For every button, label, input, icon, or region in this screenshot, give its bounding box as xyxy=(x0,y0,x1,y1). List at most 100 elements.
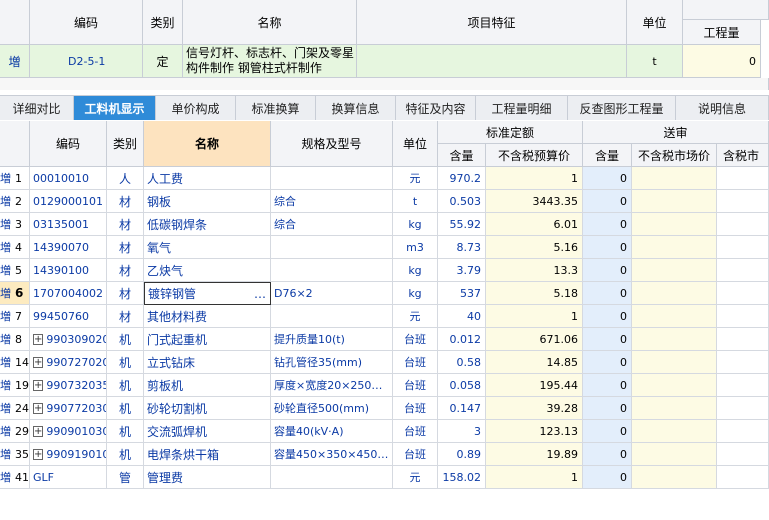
cell-rev-market[interactable] xyxy=(632,167,717,190)
cell-spec[interactable] xyxy=(271,305,393,328)
cell-std-price[interactable]: 195.44 xyxy=(486,374,583,397)
cell-rev-tax[interactable] xyxy=(717,282,769,305)
header-code[interactable]: 编码 xyxy=(30,121,107,167)
expand-icon[interactable]: + xyxy=(33,379,44,391)
cell-code[interactable]: +990727020 xyxy=(30,351,107,374)
expand-icon[interactable]: + xyxy=(33,425,44,437)
cell-spec[interactable]: 钻孔管径35(mm) xyxy=(271,351,393,374)
cell-rev-tax[interactable] xyxy=(717,466,769,489)
cell-unit[interactable]: 台班 xyxy=(393,397,438,420)
cell-std-price[interactable]: 19.89 xyxy=(486,443,583,466)
quota-type[interactable]: 定 xyxy=(143,45,183,78)
cell-std-qty[interactable]: 537 xyxy=(438,282,486,305)
cell-std-price[interactable]: 671.06 xyxy=(486,328,583,351)
cell-unit[interactable]: 元 xyxy=(393,167,438,190)
cell-name[interactable]: 管理费 xyxy=(144,466,271,489)
cell-spec[interactable]: 厚度×宽度20×250… xyxy=(271,374,393,397)
cell-rev-qty[interactable]: 0 xyxy=(583,466,632,489)
cell-code[interactable]: 03135001 xyxy=(30,213,107,236)
cell-rev-market[interactable] xyxy=(632,236,717,259)
header-spec[interactable]: 规格及型号 xyxy=(271,121,393,167)
cell-name[interactable]: 人工费 xyxy=(144,167,271,190)
tab-7[interactable]: 反查图形工程量 xyxy=(568,96,676,120)
cell-spec[interactable] xyxy=(271,466,393,489)
cell-spec[interactable] xyxy=(271,259,393,282)
tab-3[interactable]: 标准换算 xyxy=(236,96,316,120)
cell-type[interactable]: 机 xyxy=(107,420,144,443)
cell-std-qty[interactable]: 0.503 xyxy=(438,190,486,213)
cell-rev-market[interactable] xyxy=(632,282,717,305)
cell-std-qty[interactable]: 3.79 xyxy=(438,259,486,282)
quota-qty[interactable]: 0 xyxy=(683,45,761,78)
header-code[interactable]: 编码 xyxy=(30,0,143,45)
cell-rev-tax[interactable] xyxy=(717,236,769,259)
cell-unit[interactable]: 台班 xyxy=(393,328,438,351)
cell-rev-tax[interactable] xyxy=(717,443,769,466)
cell-unit[interactable]: kg xyxy=(393,213,438,236)
expand-icon[interactable]: + xyxy=(33,448,44,460)
cell-std-qty[interactable]: 40 xyxy=(438,305,486,328)
header-feature[interactable]: 项目特征 xyxy=(357,0,627,45)
cell-code[interactable]: 99450760 xyxy=(30,305,107,328)
cell-spec[interactable]: 容量450×350×450… xyxy=(271,443,393,466)
cell-std-price[interactable]: 13.3 xyxy=(486,259,583,282)
cell-type[interactable]: 材 xyxy=(107,213,144,236)
expand-icon[interactable]: + xyxy=(33,333,44,345)
cell-code[interactable]: +990732035 xyxy=(30,374,107,397)
cell-name[interactable]: 交流弧焊机 xyxy=(144,420,271,443)
header-name[interactable]: 名称 xyxy=(144,121,271,167)
cell-rev-qty[interactable]: 0 xyxy=(583,374,632,397)
cell-type[interactable]: 机 xyxy=(107,374,144,397)
cell-code[interactable]: 14390070 xyxy=(30,236,107,259)
name-more-button[interactable]: … xyxy=(254,287,270,301)
cell-rev-tax[interactable] xyxy=(717,328,769,351)
cell-std-qty[interactable]: 0.058 xyxy=(438,374,486,397)
tab-1[interactable]: 工料机显示 xyxy=(74,96,156,120)
cell-unit[interactable]: 台班 xyxy=(393,420,438,443)
cell-rev-market[interactable] xyxy=(632,443,717,466)
cell-name[interactable]: 低碳钢焊条 xyxy=(144,213,271,236)
cell-rev-market[interactable] xyxy=(632,420,717,443)
cell-name[interactable]: 剪板机 xyxy=(144,374,271,397)
cell-code[interactable]: +990919010 xyxy=(30,443,107,466)
tab-2[interactable]: 单价构成 xyxy=(156,96,236,120)
cell-std-qty[interactable]: 0.89 xyxy=(438,443,486,466)
cell-std-price[interactable]: 14.85 xyxy=(486,351,583,374)
header-rev-tax[interactable]: 含税市 xyxy=(717,144,769,167)
cell-std-qty[interactable]: 0.012 xyxy=(438,328,486,351)
cell-type[interactable]: 机 xyxy=(107,351,144,374)
cell-std-price[interactable]: 3443.35 xyxy=(486,190,583,213)
cell-type[interactable]: 管 xyxy=(107,466,144,489)
header-type[interactable]: 类别 xyxy=(107,121,144,167)
cell-spec[interactable] xyxy=(271,167,393,190)
cell-type[interactable]: 材 xyxy=(107,305,144,328)
cell-code[interactable]: +990901030 xyxy=(30,420,107,443)
cell-code[interactable]: 14390100 xyxy=(30,259,107,282)
cell-type[interactable]: 机 xyxy=(107,443,144,466)
cell-type[interactable]: 机 xyxy=(107,397,144,420)
cell-rev-market[interactable] xyxy=(632,374,717,397)
cell-rev-tax[interactable] xyxy=(717,374,769,397)
cell-rev-market[interactable] xyxy=(632,259,717,282)
tab-0[interactable]: 详细对比 xyxy=(0,96,74,120)
cell-rev-qty[interactable]: 0 xyxy=(583,167,632,190)
cell-unit[interactable]: kg xyxy=(393,259,438,282)
cell-std-price[interactable]: 123.13 xyxy=(486,420,583,443)
cell-std-price[interactable]: 39.28 xyxy=(486,397,583,420)
cell-std-qty[interactable]: 3 xyxy=(438,420,486,443)
quota-code[interactable]: D2-5-1 xyxy=(30,45,143,78)
cell-rev-tax[interactable] xyxy=(717,167,769,190)
tab-5[interactable]: 特征及内容 xyxy=(396,96,476,120)
header-type[interactable]: 类别 xyxy=(143,0,183,45)
cell-type[interactable]: 材 xyxy=(107,259,144,282)
cell-rev-tax[interactable] xyxy=(717,351,769,374)
cell-name[interactable]: 镀锌钢管… xyxy=(144,282,271,305)
quota-unit[interactable]: t xyxy=(627,45,683,78)
header-qty[interactable]: 工程量 xyxy=(683,20,761,45)
cell-spec[interactable]: 砂轮直径500(mm) xyxy=(271,397,393,420)
cell-unit[interactable]: 元 xyxy=(393,466,438,489)
cell-std-qty[interactable]: 970.2 xyxy=(438,167,486,190)
cell-std-price[interactable]: 5.18 xyxy=(486,282,583,305)
cell-rev-qty[interactable]: 0 xyxy=(583,282,632,305)
expand-icon[interactable]: + xyxy=(33,356,44,368)
